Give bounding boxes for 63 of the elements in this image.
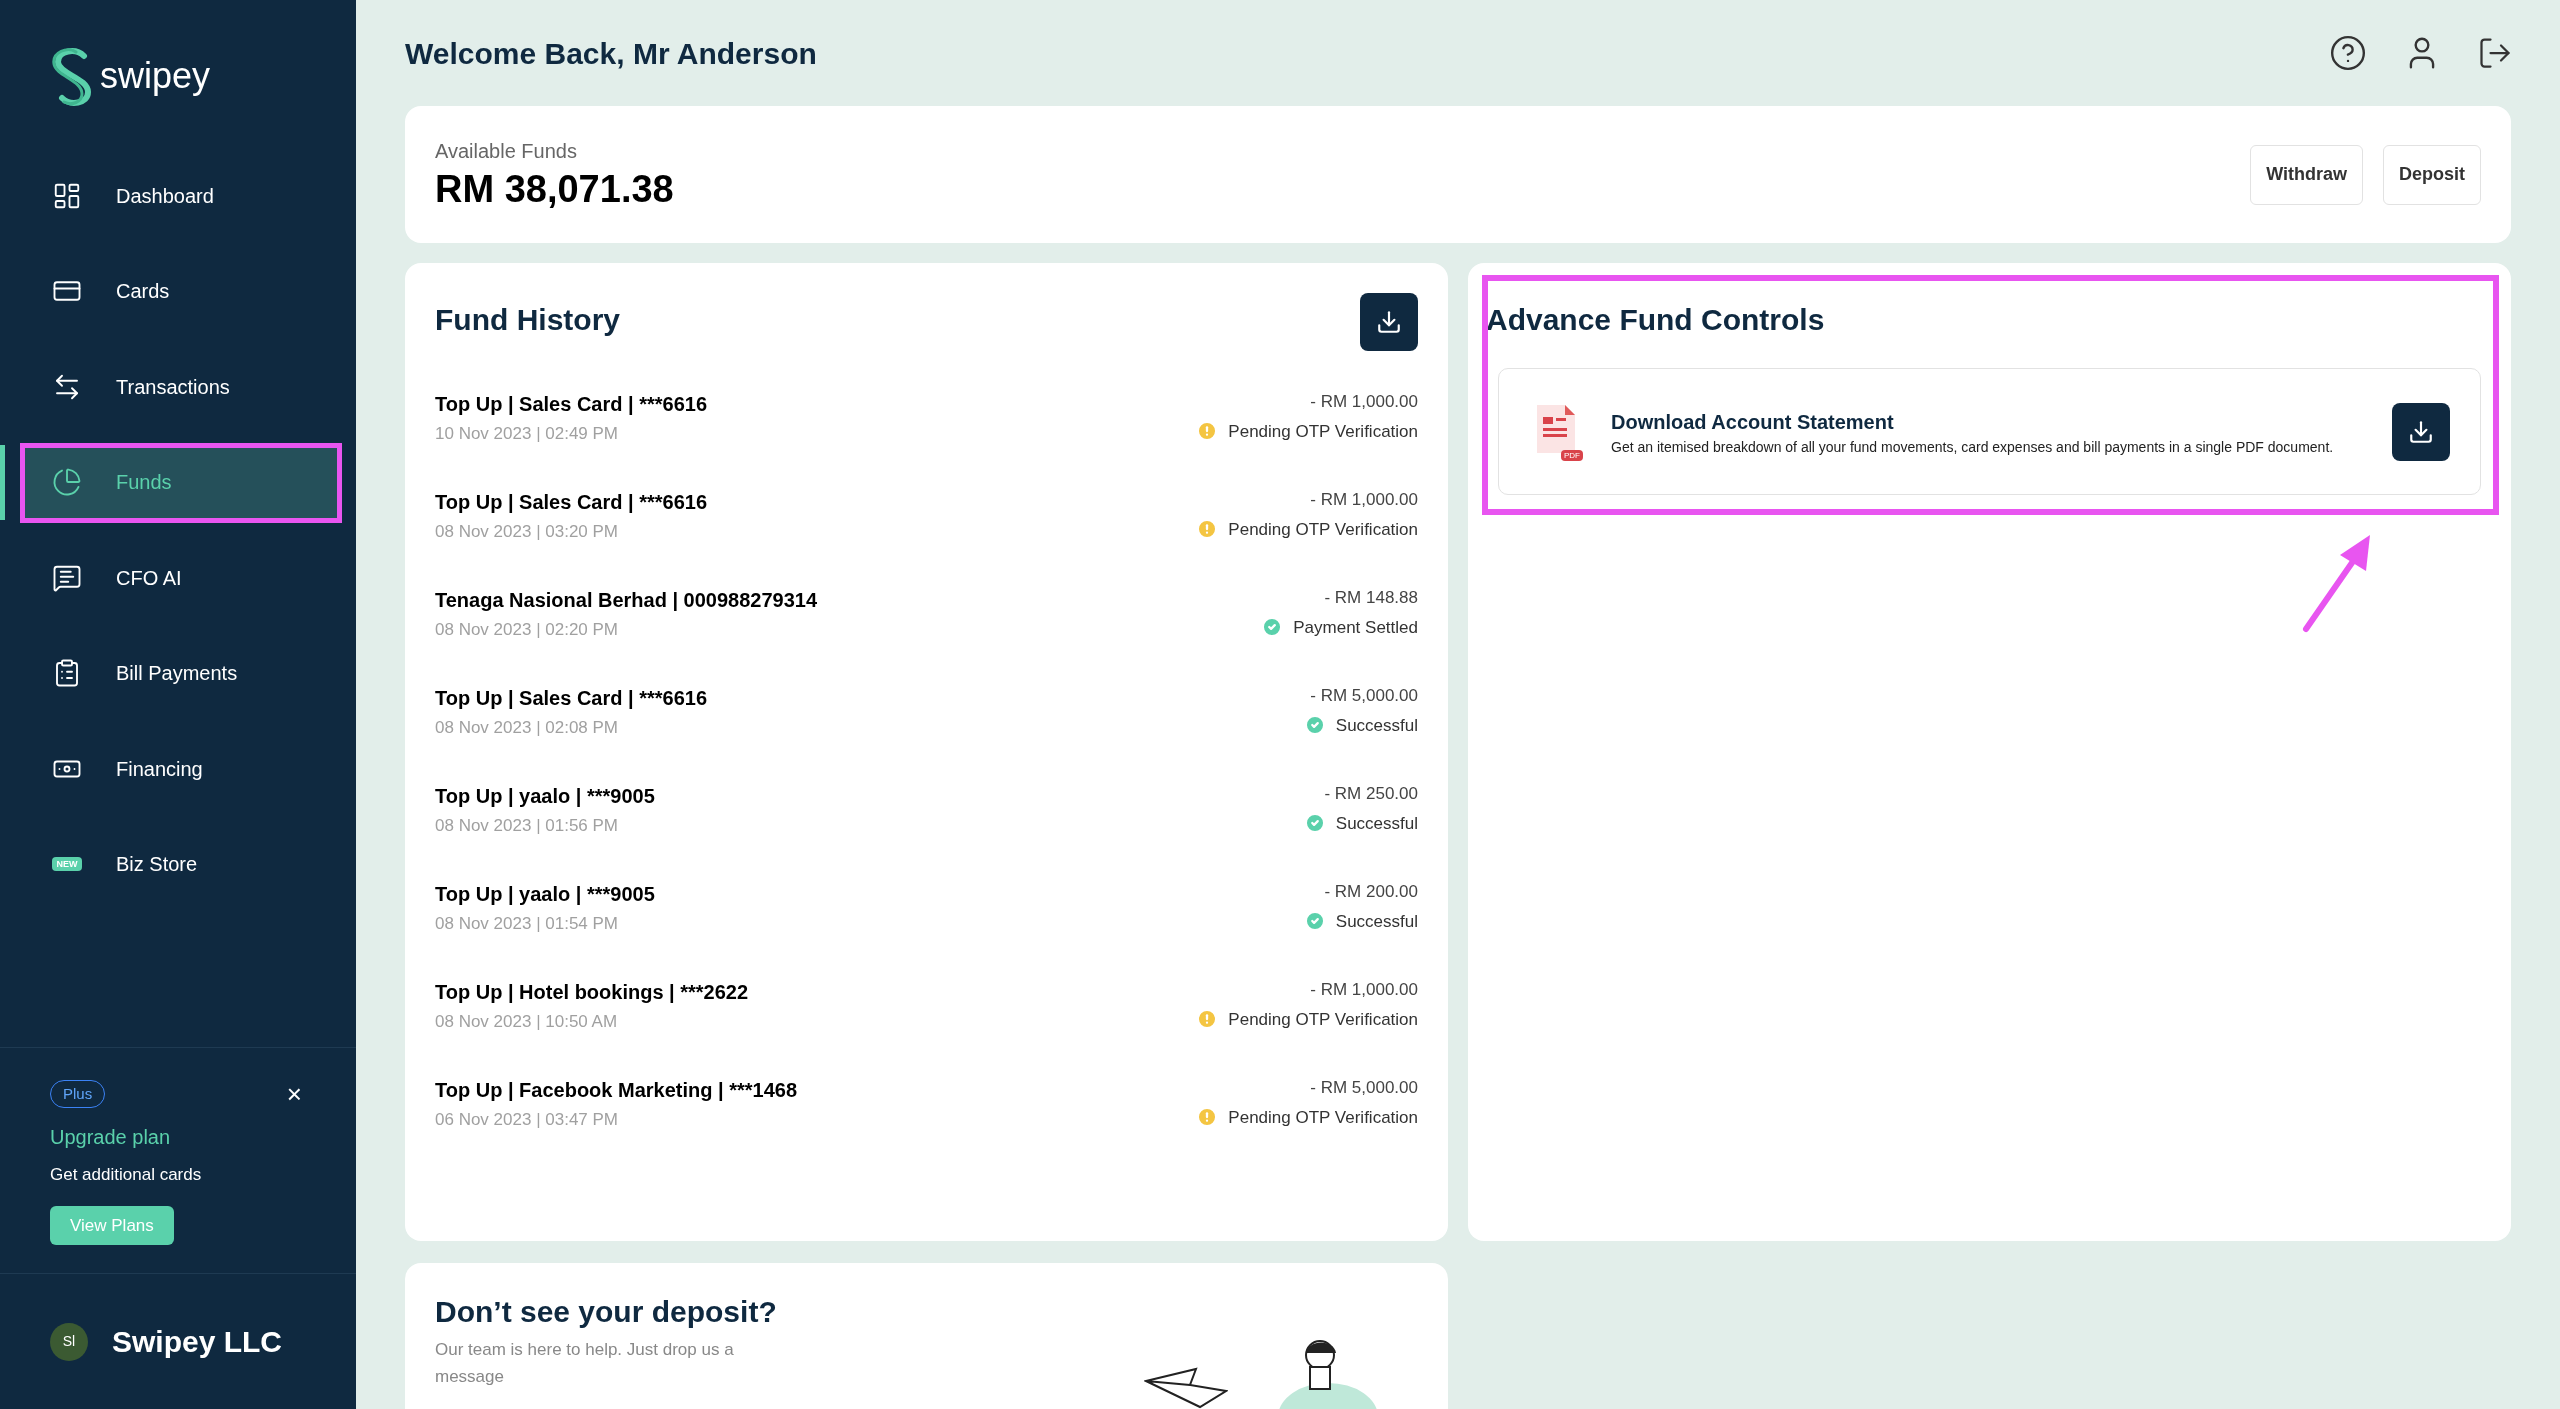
transaction-date: 06 Nov 2023 | 03:47 PM bbox=[435, 1109, 620, 1131]
transaction-status: Pending OTP Verification bbox=[1228, 1106, 1418, 1129]
nav-item[interactable]: Cards bbox=[20, 252, 342, 331]
pie-chart-icon bbox=[52, 467, 82, 498]
transaction-date: 10 Nov 2023 | 02:49 PM bbox=[435, 423, 620, 445]
nav-item[interactable]: Bill Payments bbox=[20, 634, 342, 713]
transaction-status: Successful bbox=[1335, 812, 1418, 835]
transaction-status: Successful bbox=[1335, 910, 1418, 933]
deposit-help-text: Our team is here to help. Just drop us a message bbox=[435, 1339, 735, 1388]
transaction-title: Tenaga Nasional Berhad | 000988279314 bbox=[435, 588, 818, 613]
transaction-title: Top Up | Facebook Marketing | ***1468 bbox=[435, 1078, 798, 1103]
fund-history-title: Fund History bbox=[435, 302, 620, 338]
transaction-title: Top Up | yaalo | ***9005 bbox=[435, 882, 655, 907]
transaction-amount: - RM 5,000.00 bbox=[1310, 1077, 1418, 1099]
download-icon bbox=[1376, 309, 1402, 335]
transaction-date: 08 Nov 2023 | 10:50 AM bbox=[435, 1011, 619, 1033]
transaction-title: Top Up | Hotel bookings | ***2622 bbox=[435, 980, 749, 1005]
help-icon[interactable] bbox=[2329, 34, 2367, 72]
new-badge: NEW bbox=[52, 857, 82, 872]
transaction-title: Top Up | Sales Card | ***6616 bbox=[435, 392, 708, 417]
download-button[interactable] bbox=[1360, 293, 1418, 351]
transaction-date: 08 Nov 2023 | 02:20 PM bbox=[435, 619, 620, 641]
transaction-date: 08 Nov 2023 | 03:20 PM bbox=[435, 521, 620, 543]
transaction-status: Successful bbox=[1335, 714, 1418, 737]
company-name: Swipey LLC bbox=[112, 1324, 283, 1360]
funds-amount: RM 38,071.38 bbox=[435, 166, 674, 212]
transaction-status: Payment Settled bbox=[1293, 616, 1418, 639]
download-statement-button[interactable] bbox=[2392, 402, 2450, 461]
action-button[interactable]: Withdraw bbox=[2250, 144, 2363, 205]
transaction-status: Pending OTP Verification bbox=[1228, 1008, 1418, 1031]
logo-text: swipey bbox=[100, 58, 211, 98]
transaction-status: Pending OTP Verification bbox=[1228, 420, 1418, 443]
transaction-amount: - RM 5,000.00 bbox=[1310, 685, 1418, 707]
transaction-date: 08 Nov 2023 | 02:08 PM bbox=[435, 717, 620, 739]
nav-item[interactable]: Financing bbox=[20, 729, 342, 808]
advance-title: Advance Fund Controls bbox=[1486, 302, 1826, 338]
action-button[interactable]: Deposit bbox=[2383, 144, 2481, 205]
statement-text: Get an itemised breakdown of all your fund movements, card expenses and bill payments in a single PDF document. bbox=[1611, 437, 2335, 457]
nav-item[interactable]: NEW Biz Store bbox=[20, 825, 342, 904]
transaction-title: Top Up | yaalo | ***9005 bbox=[435, 784, 655, 809]
close-button[interactable]: × bbox=[286, 1080, 302, 1107]
nav-item[interactable]: Transactions bbox=[20, 347, 342, 426]
transaction-date: 08 Nov 2023 | 01:56 PM bbox=[435, 815, 620, 837]
welcome-heading: Welcome Back, Mr Anderson bbox=[405, 35, 817, 72]
nav-item[interactable]: Dashboard bbox=[20, 156, 342, 235]
transaction-amount: - RM 1,000.00 bbox=[1310, 979, 1418, 1001]
transaction-status: Pending OTP Verification bbox=[1228, 518, 1418, 541]
transaction-title: Top Up | Sales Card | ***6616 bbox=[435, 490, 708, 515]
statement-title: Download Account Statement bbox=[1611, 409, 1895, 435]
transaction-amount: - RM 200.00 bbox=[1324, 881, 1418, 903]
transaction-amount: - RM 1,000.00 bbox=[1310, 489, 1418, 511]
transaction-amount: - RM 1,000.00 bbox=[1310, 391, 1418, 413]
deposit-help-title: Don’t see your deposit? bbox=[435, 1294, 777, 1330]
transaction-amount: - RM 148.88 bbox=[1324, 587, 1418, 609]
upgrade-text: Get additional cards bbox=[50, 1164, 203, 1186]
transaction-title: Top Up | Sales Card | ***6616 bbox=[435, 686, 708, 711]
nav-item[interactable]: CFO AI bbox=[20, 538, 342, 617]
download-icon bbox=[2408, 418, 2434, 445]
company-avatar: Sl bbox=[50, 1322, 88, 1361]
funds-label: Available Funds bbox=[435, 138, 578, 164]
transaction-amount: - RM 250.00 bbox=[1324, 783, 1418, 805]
upgrade-title: Upgrade plan bbox=[50, 1125, 172, 1150]
transaction-date: 08 Nov 2023 | 01:54 PM bbox=[435, 913, 620, 935]
